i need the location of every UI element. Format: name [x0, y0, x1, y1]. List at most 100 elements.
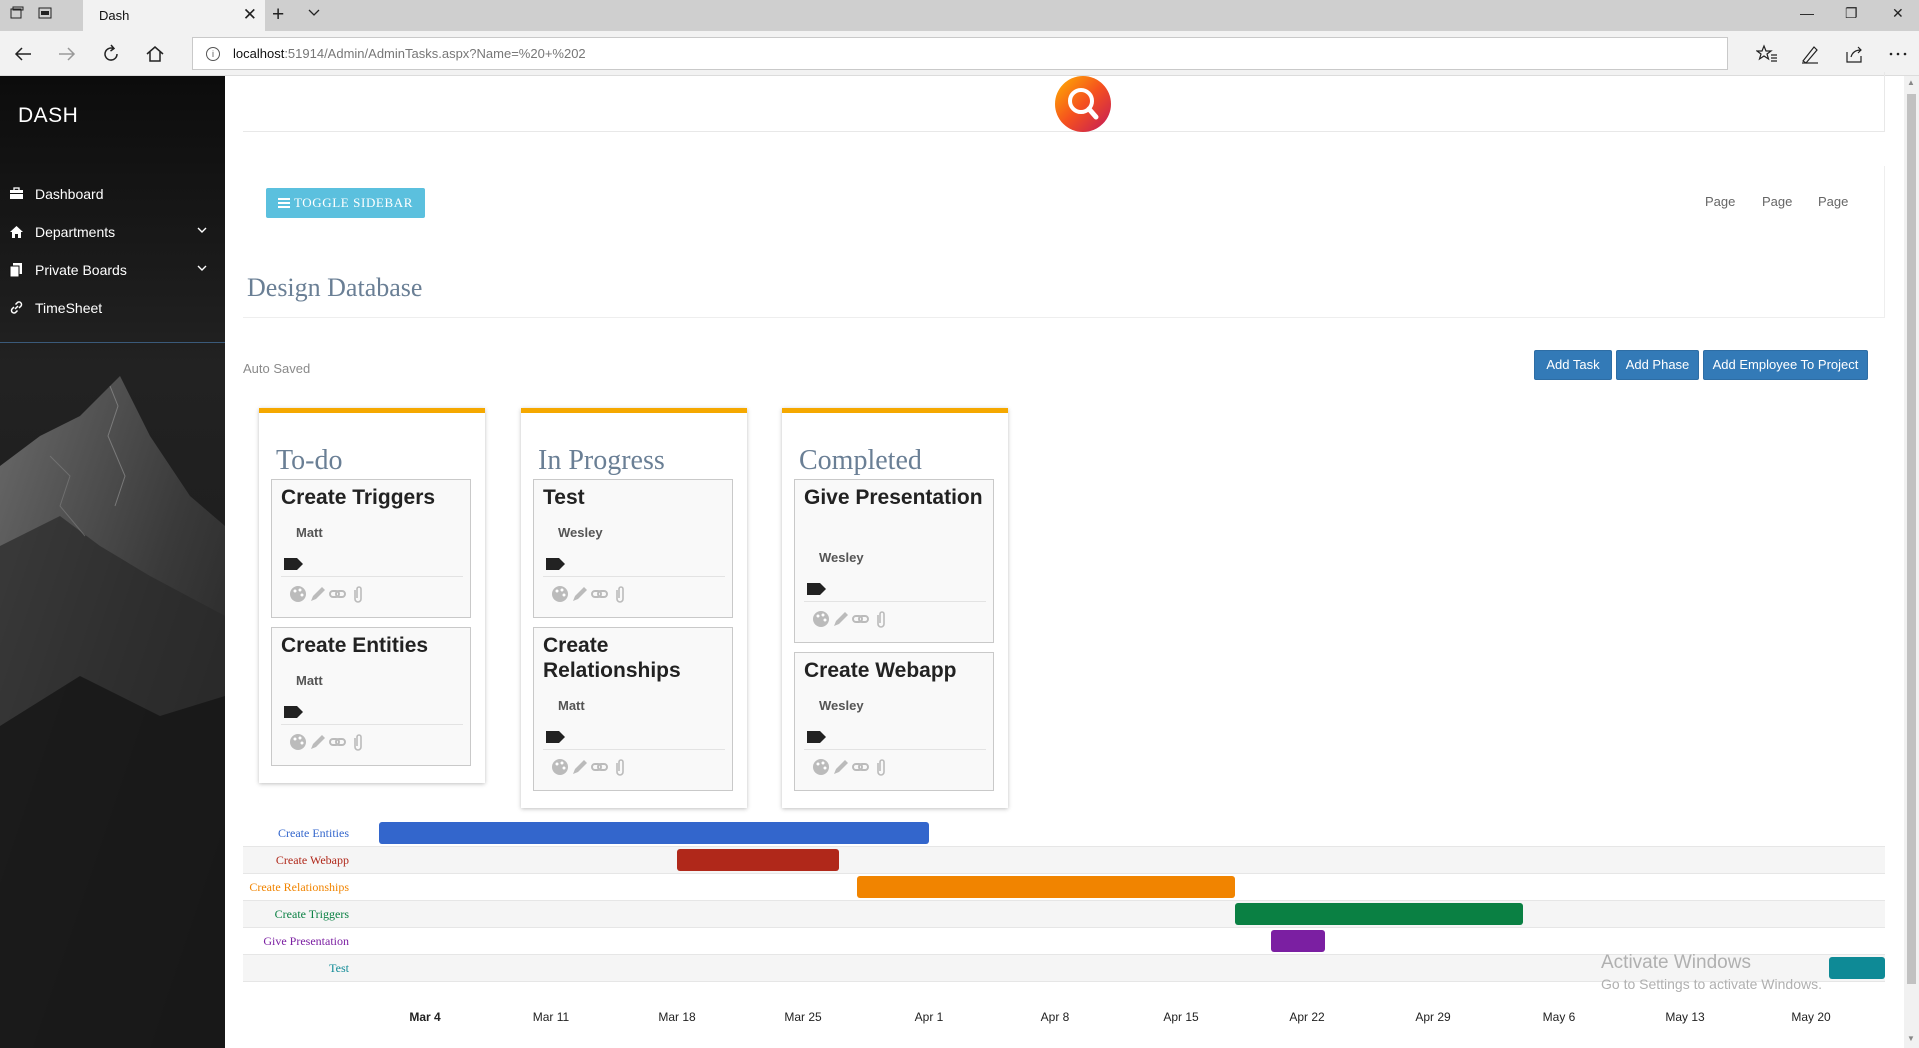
paperclip-icon — [616, 586, 624, 603]
task-assignee: Wesley — [558, 525, 603, 540]
page-scrollbar[interactable]: ▲ ▼ — [1904, 76, 1919, 1048]
restore-icon[interactable]: ❐ — [1845, 5, 1858, 22]
task-tools[interactable] — [812, 609, 902, 629]
scroll-down-icon[interactable]: ▼ — [1907, 1034, 1915, 1043]
divider — [543, 576, 725, 577]
task-card[interactable]: Create Triggers Matt — [271, 479, 471, 618]
gantt-axis-tick: Apr 8 — [1040, 1010, 1070, 1024]
gantt-axis-tick: Apr 29 — [1415, 1010, 1451, 1024]
divider — [804, 601, 986, 602]
chevron-down-icon[interactable] — [307, 6, 321, 20]
divider — [804, 749, 986, 750]
tag-icon[interactable] — [546, 731, 565, 743]
search-logo-icon[interactable] — [1053, 74, 1113, 134]
task-card[interactable]: Create Relationships Matt — [533, 627, 733, 791]
task-card[interactable]: Create Entities Matt — [271, 627, 471, 766]
favorites-icon[interactable] — [1756, 43, 1778, 65]
link-icon — [852, 615, 869, 623]
gantt-axis-tick: May 20 — [1791, 1010, 1831, 1024]
chevron-down-icon[interactable] — [197, 225, 207, 235]
nav-page-link[interactable]: Page — [1705, 194, 1735, 209]
home-icon[interactable] — [143, 42, 167, 66]
nav-page-link[interactable]: Page — [1762, 194, 1792, 209]
task-tools[interactable] — [551, 757, 641, 777]
minimize-icon[interactable]: — — [1800, 5, 1814, 21]
board-column-in-progress: In Progress Test Wesley Create Relations… — [521, 408, 747, 808]
chevron-down-icon[interactable] — [197, 263, 207, 273]
divider — [281, 724, 463, 725]
top-nav — [243, 166, 1885, 318]
menu-icon — [277, 198, 290, 208]
back-icon[interactable] — [11, 42, 35, 66]
close-window-icon[interactable]: ✕ — [1892, 5, 1904, 22]
sidebar-item-departments[interactable]: Departments — [0, 215, 225, 249]
tag-icon[interactable] — [284, 558, 303, 570]
task-tools[interactable] — [812, 757, 902, 777]
gantt-axis-tick: Mar 4 — [409, 1010, 441, 1024]
sidebar-divider — [0, 342, 225, 343]
tab-actions-icon[interactable] — [4, 4, 30, 26]
refresh-icon[interactable] — [99, 42, 123, 66]
share-icon[interactable] — [1843, 43, 1865, 65]
browser-tab-bar: Dash ✕ + — ❐ ✕ — [0, 0, 1919, 31]
gantt-bar[interactable] — [379, 822, 929, 844]
scroll-up-icon[interactable]: ▲ — [1907, 78, 1915, 87]
sidebar-item-label: Departments — [35, 224, 116, 240]
gantt-axis-tick: Apr 15 — [1163, 1010, 1199, 1024]
add-employee-button[interactable]: Add Employee To Project — [1703, 350, 1868, 380]
gantt-bar[interactable] — [1829, 957, 1885, 979]
tag-icon[interactable] — [807, 583, 826, 595]
task-card[interactable]: Test Wesley — [533, 479, 733, 618]
link-icon — [591, 590, 608, 598]
palette-icon — [813, 611, 829, 627]
new-tab-icon[interactable]: + — [272, 3, 284, 27]
info-icon[interactable]: i — [206, 47, 220, 61]
gantt-bar[interactable] — [1235, 903, 1523, 925]
sidebar-item-private-boards[interactable]: Private Boards — [0, 253, 225, 287]
task-assignee: Matt — [558, 698, 585, 713]
close-tab-icon[interactable]: ✕ — [243, 5, 257, 25]
palette-icon — [290, 734, 306, 750]
tab-preview-icon[interactable] — [32, 4, 58, 26]
pencil-icon — [573, 760, 587, 774]
main-content: TOGGLE SIDEBAR Page Page Page Design Dat… — [225, 72, 1904, 1048]
gantt-row-label: Create Entities — [278, 826, 349, 840]
task-card[interactable]: Give Presentation Wesley — [794, 479, 994, 643]
tag-icon[interactable] — [284, 706, 303, 718]
sidebar-item-dashboard[interactable]: Dashboard — [0, 177, 225, 211]
forward-icon[interactable] — [55, 42, 79, 66]
add-phase-button[interactable]: Add Phase — [1616, 350, 1699, 380]
more-icon[interactable] — [1887, 43, 1909, 65]
browser-toolbar: i localhost:51914/Admin/AdminTasks.aspx?… — [0, 31, 1919, 76]
gantt-bar[interactable] — [1271, 930, 1325, 952]
task-tools[interactable] — [289, 732, 379, 752]
sidebar: DASH Dashboard Departments Private Board… — [0, 76, 225, 1048]
gantt-bar[interactable] — [857, 876, 1235, 898]
scroll-thumb[interactable] — [1907, 94, 1916, 984]
notes-icon[interactable] — [1799, 43, 1821, 65]
divider — [281, 576, 463, 577]
task-tools[interactable] — [551, 584, 641, 604]
paperclip-icon — [616, 759, 624, 776]
brand-logo[interactable]: DASH — [18, 104, 78, 128]
page-title: Design Database — [247, 273, 423, 302]
task-title: Create Triggers — [281, 486, 436, 509]
tag-icon[interactable] — [807, 731, 826, 743]
sidebar-item-timesheet[interactable]: TimeSheet — [0, 291, 225, 325]
column-title: To-do — [276, 445, 343, 476]
task-card[interactable]: Create Webapp Wesley — [794, 652, 994, 791]
gantt-bar[interactable] — [677, 849, 839, 871]
pencil-icon — [311, 735, 325, 749]
nav-page-link[interactable]: Page — [1818, 194, 1848, 209]
briefcase-icon — [10, 187, 23, 199]
address-bar[interactable]: i localhost:51914/Admin/AdminTasks.aspx?… — [192, 37, 1728, 70]
sidebar-item-label: TimeSheet — [35, 300, 103, 316]
browser-tab[interactable]: Dash ✕ — [83, 0, 265, 31]
gantt-row-label: Test — [329, 961, 349, 975]
toggle-sidebar-button[interactable]: TOGGLE SIDEBAR — [266, 188, 425, 218]
pencil-icon — [573, 587, 587, 601]
add-task-button[interactable]: Add Task — [1534, 350, 1612, 380]
task-tools[interactable] — [289, 584, 379, 604]
link-icon — [852, 763, 869, 771]
tag-icon[interactable] — [546, 558, 565, 570]
